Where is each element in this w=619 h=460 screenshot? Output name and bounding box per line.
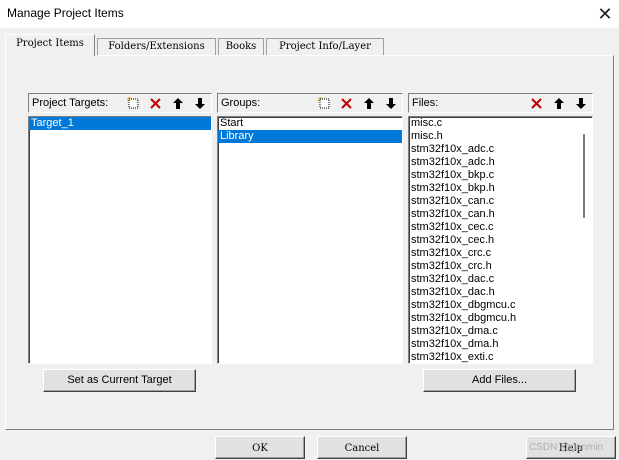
window-title: Manage Project Items bbox=[7, 6, 124, 20]
list-item[interactable]: stm32f10x_bkp.h bbox=[409, 182, 592, 195]
list-item[interactable]: stm32f10x_can.h bbox=[409, 208, 592, 221]
list-item[interactable]: stm32f10x_dac.c bbox=[409, 273, 592, 286]
list-item[interactable]: stm32f10x_can.c bbox=[409, 195, 592, 208]
new-group-icon[interactable] bbox=[316, 95, 332, 111]
set-current-target-button[interactable]: Set as Current Target bbox=[43, 369, 196, 392]
targets-list[interactable]: Target_1 bbox=[28, 116, 212, 364]
tab-books[interactable]: Books bbox=[218, 38, 264, 55]
close-icon[interactable]: ✕ bbox=[594, 3, 616, 25]
move-down-icon[interactable] bbox=[383, 95, 399, 111]
list-item[interactable]: stm32f10x_cec.h bbox=[409, 234, 592, 247]
list-item[interactable]: stm32f10x_dma.h bbox=[409, 338, 592, 351]
move-up-icon[interactable] bbox=[551, 95, 567, 111]
list-item[interactable]: stm32f10x_crc.c bbox=[409, 247, 592, 260]
list-item[interactable]: stm32f10x_crc.h bbox=[409, 260, 592, 273]
watermark: CSDN @ganmin bbox=[529, 442, 604, 453]
move-up-icon[interactable] bbox=[170, 95, 186, 111]
list-item[interactable]: stm32f10x_exti.c bbox=[409, 351, 592, 363]
list-item[interactable]: misc.h bbox=[409, 130, 592, 143]
list-item[interactable]: Target_1 bbox=[29, 117, 211, 130]
files-scrollbar[interactable] bbox=[577, 118, 591, 362]
cancel-button[interactable]: Cancel bbox=[317, 436, 407, 459]
tab-project-info-layer[interactable]: Project Info/Layer bbox=[266, 38, 384, 55]
list-item[interactable]: Library bbox=[218, 130, 402, 143]
files-list[interactable]: misc.c misc.h stm32f10x_adc.c stm32f10x_… bbox=[408, 116, 593, 364]
list-item[interactable]: stm32f10x_bkp.c bbox=[409, 169, 592, 182]
list-item[interactable]: stm32f10x_dma.c bbox=[409, 325, 592, 338]
delete-target-icon[interactable] bbox=[147, 95, 163, 111]
targets-label: Project Targets: bbox=[32, 97, 109, 109]
list-item[interactable]: stm32f10x_dbgmcu.h bbox=[409, 312, 592, 325]
list-item[interactable]: stm32f10x_dac.h bbox=[409, 286, 592, 299]
targets-header: Project Targets: bbox=[28, 93, 212, 113]
groups-label: Groups: bbox=[221, 97, 261, 109]
ok-button[interactable]: OK bbox=[215, 436, 305, 459]
groups-list[interactable]: Start Library bbox=[217, 116, 403, 364]
tab-folders-extensions[interactable]: Folders/Extensions bbox=[97, 38, 216, 55]
scrollbar-thumb[interactable] bbox=[583, 134, 585, 218]
delete-file-icon[interactable] bbox=[528, 95, 544, 111]
list-item[interactable]: stm32f10x_dbgmcu.c bbox=[409, 299, 592, 312]
files-header: Files: bbox=[408, 93, 593, 113]
move-down-icon[interactable] bbox=[192, 95, 208, 111]
list-item[interactable]: stm32f10x_adc.h bbox=[409, 156, 592, 169]
move-up-icon[interactable] bbox=[361, 95, 377, 111]
files-label: Files: bbox=[412, 97, 439, 109]
list-item[interactable]: stm32f10x_cec.c bbox=[409, 221, 592, 234]
title-bar: Manage Project Items ✕ bbox=[0, 0, 619, 28]
tab-project-items[interactable]: Project Items bbox=[5, 34, 95, 56]
list-item[interactable]: Start bbox=[218, 117, 402, 130]
delete-group-icon[interactable] bbox=[338, 95, 354, 111]
list-item[interactable]: stm32f10x_adc.c bbox=[409, 143, 592, 156]
list-item[interactable]: misc.c bbox=[409, 117, 592, 130]
add-files-button[interactable]: Add Files... bbox=[423, 369, 576, 392]
groups-header: Groups: bbox=[217, 93, 403, 113]
new-target-icon[interactable] bbox=[125, 95, 141, 111]
move-down-icon[interactable] bbox=[573, 95, 589, 111]
